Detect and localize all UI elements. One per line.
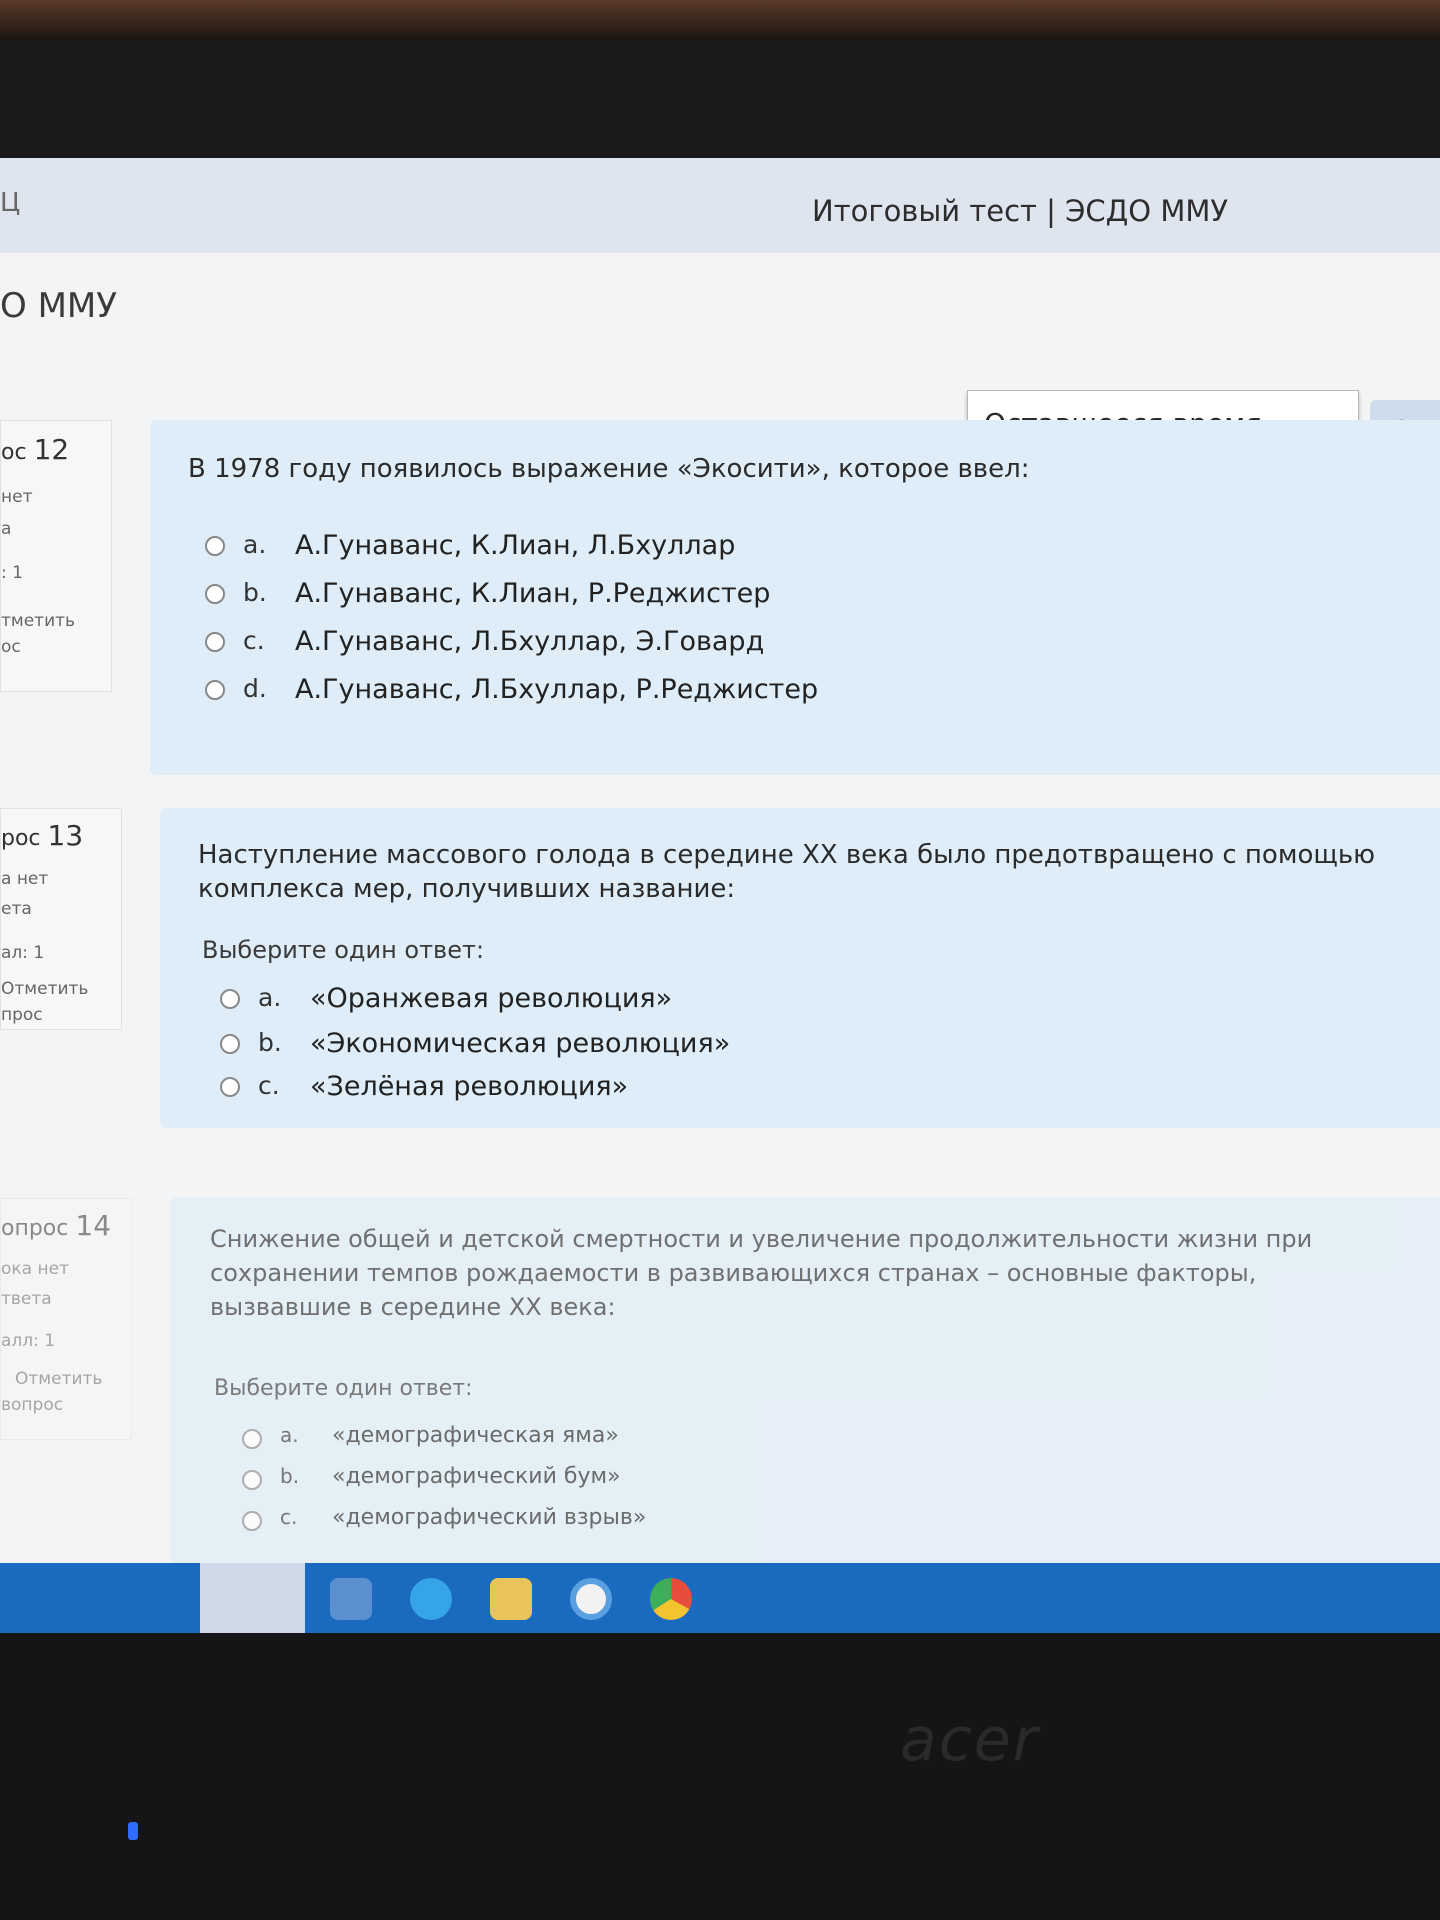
- question-text: Снижение общей и детской смертности и ув…: [210, 1222, 1312, 1324]
- question-info-14: опрос 14 ока нет твета алл: 1 Отметить в…: [0, 1198, 132, 1440]
- option-text: «демографический бум»: [332, 1464, 621, 1489]
- flag-question-link-line2[interactable]: ос: [1, 637, 21, 657]
- question-card-12: В 1978 году появилось выражение «Экосити…: [150, 420, 1440, 775]
- option-text: «демографический взрыв»: [332, 1505, 647, 1530]
- radio-button[interactable]: [220, 1077, 240, 1097]
- flag-question-link[interactable]: Отметить: [15, 1369, 102, 1389]
- question-number: ос 12: [1, 433, 70, 466]
- question-points: алл: 1: [1, 1331, 56, 1351]
- question-text-line: сохранении темпов рождаемости в развиваю…: [210, 1259, 1257, 1287]
- option-text: А.Гунаванс, К.Лиан, Р.Реджистер: [295, 578, 771, 609]
- option-letter: c.: [280, 1505, 298, 1529]
- question-points: ал: 1: [1, 943, 45, 963]
- option-text: А.Гунаванс, Л.Бхуллар, Р.Реджистер: [295, 674, 819, 705]
- option-letter: a.: [243, 530, 267, 559]
- question-status-line2: твета: [1, 1289, 52, 1309]
- radio-button[interactable]: [220, 1034, 240, 1054]
- question-status: ока нет: [1, 1259, 69, 1279]
- answer-prompt: Выберите один ответ:: [214, 1376, 473, 1401]
- question-text-line: Наступление массового голода в середине …: [198, 840, 1376, 870]
- option-letter: c.: [243, 626, 265, 655]
- yandex-browser-icon[interactable]: [570, 1578, 612, 1620]
- radio-button[interactable]: [242, 1511, 262, 1531]
- question-status-line2: ета: [1, 899, 32, 919]
- question-number: рос 13: [1, 819, 84, 852]
- window-title: Итоговый тест | ЭСДО ММУ: [812, 194, 1229, 228]
- radio-button[interactable]: [220, 989, 240, 1009]
- browser-screen: Ц Итоговый тест | ЭСДО ММУ О ММУ Оставше…: [0, 158, 1440, 1633]
- question-info-13: рос 13 а нет ета ал: 1 Отметить прос: [0, 808, 122, 1030]
- background-desk: [0, 0, 1440, 40]
- radio-button[interactable]: [205, 680, 225, 700]
- question-text: Наступление массового голода в середине …: [198, 838, 1375, 906]
- question-text: В 1978 году появилось выражение «Экосити…: [188, 454, 1030, 484]
- site-name[interactable]: О ММУ: [0, 286, 117, 326]
- flag-question-link-line2[interactable]: прос: [1, 1005, 43, 1025]
- radio-button[interactable]: [205, 632, 225, 652]
- question-number: опрос 14: [1, 1209, 112, 1242]
- question-text-line: Снижение общей и детской смертности и ув…: [210, 1225, 1313, 1253]
- question-card-13: Наступление массового голода в середине …: [160, 808, 1440, 1128]
- radio-button[interactable]: [242, 1429, 262, 1449]
- option-text: А.Гунаванс, Л.Бхуллар, Э.Говард: [295, 626, 765, 657]
- question-text-line: комплекса мер, получивших название:: [198, 874, 736, 904]
- option-text: «Зелёная революция»: [310, 1071, 629, 1102]
- question-status: нет: [1, 487, 33, 507]
- task-view-icon[interactable]: [330, 1578, 372, 1620]
- option-letter: a.: [280, 1423, 299, 1447]
- question-points: : 1: [1, 563, 23, 583]
- laptop-brand-logo: acer: [900, 1705, 1040, 1775]
- question-info-12: ос 12 нет а : 1 тметить ос: [0, 420, 112, 692]
- flag-question-link[interactable]: Отметить: [1, 979, 88, 999]
- option-letter: b.: [243, 578, 267, 607]
- edge-browser-icon[interactable]: [410, 1578, 452, 1620]
- chrome-icon[interactable]: [650, 1578, 692, 1620]
- option-letter: b.: [280, 1464, 300, 1488]
- question-status: а нет: [1, 869, 49, 889]
- option-letter: c.: [258, 1071, 280, 1100]
- question-text-line: вызвавшие в середине XX века:: [210, 1293, 616, 1321]
- monitor-bezel: [0, 40, 1440, 160]
- power-led: [128, 1822, 138, 1840]
- option-text: «Оранжевая революция»: [310, 983, 673, 1014]
- browser-titlebar: Ц Итоговый тест | ЭСДО ММУ: [0, 158, 1440, 253]
- question-status-line2: а: [1, 519, 12, 539]
- answer-prompt: Выберите один ответ:: [202, 936, 485, 964]
- radio-button[interactable]: [205, 536, 225, 556]
- option-text: «демографическая яма»: [332, 1423, 619, 1448]
- option-letter: a.: [258, 983, 282, 1012]
- flag-question-link-line2[interactable]: вопрос: [1, 1395, 63, 1415]
- option-letter: b.: [258, 1028, 282, 1057]
- option-letter: d.: [243, 674, 267, 703]
- option-text: «Экономическая революция»: [310, 1028, 731, 1059]
- question-card-14: Снижение общей и детской смертности и ув…: [170, 1198, 1440, 1578]
- taskbar-logo-icon[interactable]: [200, 1563, 305, 1633]
- file-explorer-icon[interactable]: [490, 1578, 532, 1620]
- titlebar-left-fragment: Ц: [0, 188, 21, 218]
- radio-button[interactable]: [242, 1470, 262, 1490]
- option-text: А.Гунаванс, К.Лиан, Л.Бхуллар: [295, 530, 736, 561]
- flag-question-link[interactable]: тметить: [1, 611, 75, 631]
- radio-button[interactable]: [205, 584, 225, 604]
